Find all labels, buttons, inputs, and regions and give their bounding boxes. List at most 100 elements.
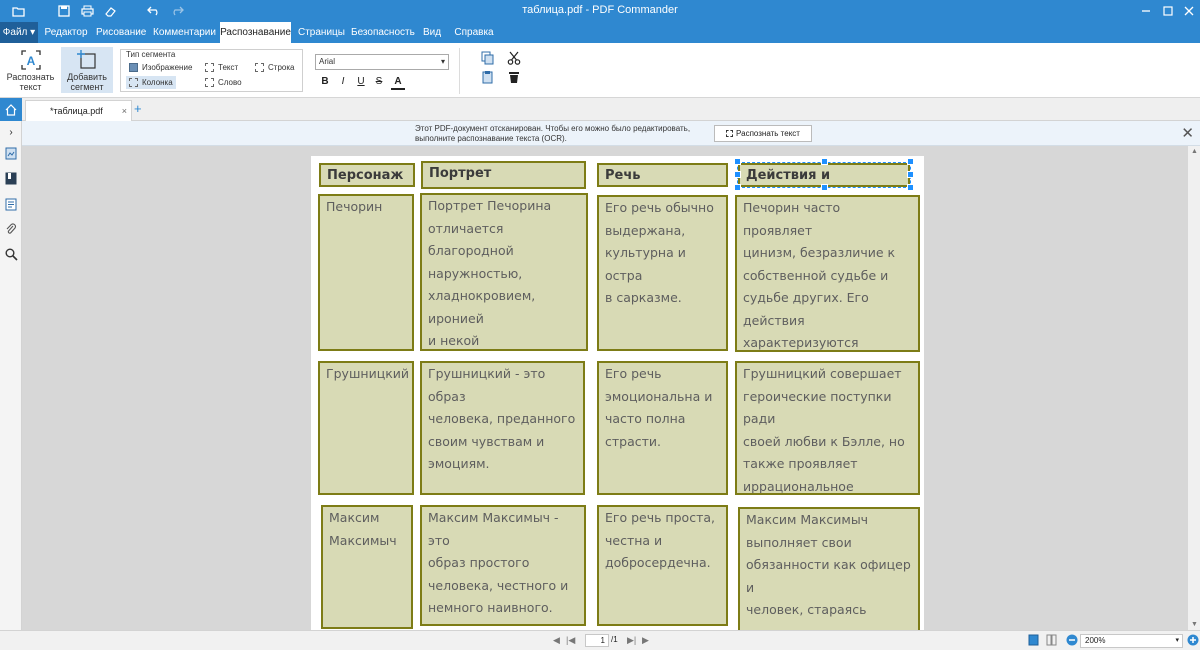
italic-button[interactable]: I bbox=[336, 76, 350, 87]
font-family-select[interactable]: Arial ▾ bbox=[315, 54, 449, 70]
menu-security[interactable]: Безопасность bbox=[351, 22, 415, 43]
page-number-input[interactable]: 1 bbox=[585, 634, 609, 647]
table-cell-character-3[interactable]: Максим Максимыч bbox=[321, 505, 413, 629]
menu-pages[interactable]: Страницы bbox=[298, 22, 345, 43]
table-cell-portrait-1[interactable]: Портрет Печорина отличается благородной … bbox=[420, 193, 588, 351]
zoom-out-icon[interactable] bbox=[1066, 634, 1078, 648]
first-page-icon[interactable]: |◀ bbox=[566, 635, 575, 646]
word-segment-icon bbox=[205, 78, 214, 87]
resize-handle-nw[interactable] bbox=[734, 158, 741, 165]
bookmarks-icon[interactable] bbox=[4, 171, 18, 185]
font-family-value: Arial bbox=[319, 57, 336, 66]
menu-drawing[interactable]: Рисование bbox=[96, 22, 146, 43]
segment-type-text[interactable]: Текст bbox=[205, 61, 238, 74]
menu-editor[interactable]: Редактор bbox=[43, 22, 89, 43]
table-header-speech[interactable]: Речь bbox=[597, 163, 728, 187]
table-cell-speech-1[interactable]: Его речь обычно выдержана, культурна и о… bbox=[597, 195, 728, 351]
segment-type-line[interactable]: Строка bbox=[255, 61, 294, 74]
zoom-in-icon[interactable] bbox=[1187, 634, 1199, 648]
add-tab-icon[interactable]: + bbox=[134, 101, 142, 116]
segment-type-column[interactable]: Колонка bbox=[126, 76, 176, 89]
table-cell-portrait-3[interactable]: Максим Максимыч - это образ простого чел… bbox=[420, 505, 586, 626]
scroll-up-icon[interactable]: ▲ bbox=[1191, 148, 1198, 155]
vertical-scrollbar[interactable]: ▲ ▼ bbox=[1188, 146, 1200, 630]
zoom-select[interactable]: 200% ▾ bbox=[1080, 634, 1183, 648]
menu-file[interactable]: Файл ▾ bbox=[0, 22, 38, 43]
annotations-icon[interactable] bbox=[4, 197, 18, 211]
single-page-view-icon[interactable] bbox=[1028, 634, 1039, 648]
segment-type-column-label: Колонка bbox=[142, 78, 173, 87]
resize-handle-s[interactable] bbox=[821, 184, 828, 191]
attachment-icon[interactable] bbox=[4, 222, 18, 236]
resize-handle-w[interactable] bbox=[734, 171, 741, 178]
two-page-view-icon[interactable] bbox=[1046, 634, 1057, 648]
underline-button[interactable]: U bbox=[354, 76, 368, 87]
table-cell-speech-2[interactable]: Его речь эмоциональна и часто полна стра… bbox=[597, 361, 728, 495]
menu-recognition[interactable]: Распознавание bbox=[220, 22, 291, 43]
minimize-icon[interactable] bbox=[1137, 3, 1155, 19]
thumbnails-icon[interactable] bbox=[4, 146, 18, 160]
close-banner-icon[interactable]: ✕ bbox=[1181, 124, 1194, 142]
table-cell-actions-3[interactable]: Максим Максимыч выполняет свои обязаннос… bbox=[738, 507, 920, 630]
bold-button[interactable]: B bbox=[318, 76, 332, 87]
copy-icon[interactable] bbox=[481, 51, 495, 65]
maximize-icon[interactable] bbox=[1159, 3, 1177, 19]
resize-handle-n[interactable] bbox=[821, 158, 828, 165]
menu-view[interactable]: Вид bbox=[420, 22, 444, 43]
home-icon[interactable] bbox=[0, 98, 22, 121]
delete-icon[interactable] bbox=[507, 70, 521, 84]
add-segment-icon bbox=[77, 50, 96, 69]
add-segment-button[interactable]: Добавить сегмент bbox=[61, 47, 113, 93]
ribbon-separator bbox=[459, 48, 460, 94]
menu-comments[interactable]: Комментарии bbox=[153, 22, 216, 43]
tab-document[interactable]: *таблица.pdf × bbox=[25, 100, 132, 121]
ocr-banner-line-2: выполните распознавание текста (OCR). bbox=[415, 134, 567, 143]
search-icon[interactable] bbox=[4, 247, 18, 261]
table-cell-actions-1[interactable]: Печорин часто проявляет цинизм, безразли… bbox=[735, 195, 920, 352]
segment-type-word[interactable]: Слово bbox=[205, 76, 242, 89]
table-cell-character-1[interactable]: Печорин bbox=[318, 194, 414, 351]
tab-document-label: *таблица.pdf bbox=[50, 106, 103, 116]
next-page-icon[interactable]: ▶ bbox=[642, 635, 649, 646]
status-bar: ◀ |◀ 1 /1 ▶| ▶ 200% ▾ bbox=[0, 630, 1200, 650]
svg-text:A: A bbox=[26, 54, 35, 68]
chevron-down-icon: ▾ bbox=[1175, 637, 1179, 644]
table-cell-actions-2[interactable]: Грушницкий совершает героические поступк… bbox=[735, 361, 920, 495]
strikethrough-button[interactable]: S bbox=[372, 76, 386, 87]
segment-type-image[interactable]: Изображение bbox=[129, 61, 192, 74]
cut-icon[interactable] bbox=[507, 51, 521, 65]
recognize-text-button[interactable]: A Распознать текст bbox=[4, 47, 57, 93]
resize-handle-e[interactable] bbox=[907, 171, 914, 178]
pdf-page: Персонаж Портрет Речь Действия и поступк… bbox=[311, 156, 924, 630]
line-segment-icon bbox=[255, 63, 264, 72]
resize-handle-se[interactable] bbox=[907, 184, 914, 191]
table-cell-speech-3[interactable]: Его речь проста, честна и добросердечна. bbox=[597, 505, 728, 626]
menu-file-label: Файл bbox=[2, 27, 28, 38]
table-header-character[interactable]: Персонаж bbox=[319, 163, 415, 187]
ocr-banner-line-1: Этот PDF-документ отсканирован. Чтобы ег… bbox=[415, 124, 691, 133]
resize-handle-sw[interactable] bbox=[734, 184, 741, 191]
table-cell-character-2[interactable]: Грушницкий bbox=[318, 361, 414, 495]
text-color-button[interactable]: A bbox=[391, 76, 405, 90]
menu-help[interactable]: Справка bbox=[454, 22, 494, 43]
paste-icon[interactable] bbox=[481, 70, 495, 84]
recognize-text-label: Распознать текст bbox=[6, 72, 55, 92]
recognize-text-banner-button[interactable]: Распознать текст bbox=[714, 125, 812, 142]
image-icon bbox=[129, 63, 138, 72]
chevron-right-icon[interactable]: › bbox=[4, 125, 18, 139]
window-title: таблица.pdf - PDF Commander bbox=[522, 4, 678, 16]
table-cell-portrait-2[interactable]: Грушницкий - это образ человека, преданн… bbox=[420, 361, 585, 495]
resize-handle-ne[interactable] bbox=[907, 158, 914, 165]
document-viewer[interactable]: Персонаж Портрет Речь Действия и поступк… bbox=[22, 146, 1188, 630]
last-page-icon[interactable]: ▶| bbox=[627, 635, 636, 646]
close-tab-icon[interactable]: × bbox=[122, 101, 127, 121]
column-segment-icon bbox=[129, 78, 138, 87]
prev-page-icon[interactable]: ◀ bbox=[553, 635, 560, 646]
menu-bar: Файл ▾ Редактор Рисование Комментарии Ра… bbox=[0, 22, 1200, 43]
scroll-down-icon[interactable]: ▼ bbox=[1191, 621, 1198, 628]
segment-type-line-label: Строка bbox=[268, 63, 295, 72]
left-sidebar: › bbox=[0, 121, 22, 630]
ocr-banner-message: Этот PDF-документ отсканирован. Чтобы ег… bbox=[415, 124, 690, 144]
close-window-icon[interactable] bbox=[1180, 3, 1198, 19]
table-header-portrait[interactable]: Портрет bbox=[421, 161, 586, 189]
